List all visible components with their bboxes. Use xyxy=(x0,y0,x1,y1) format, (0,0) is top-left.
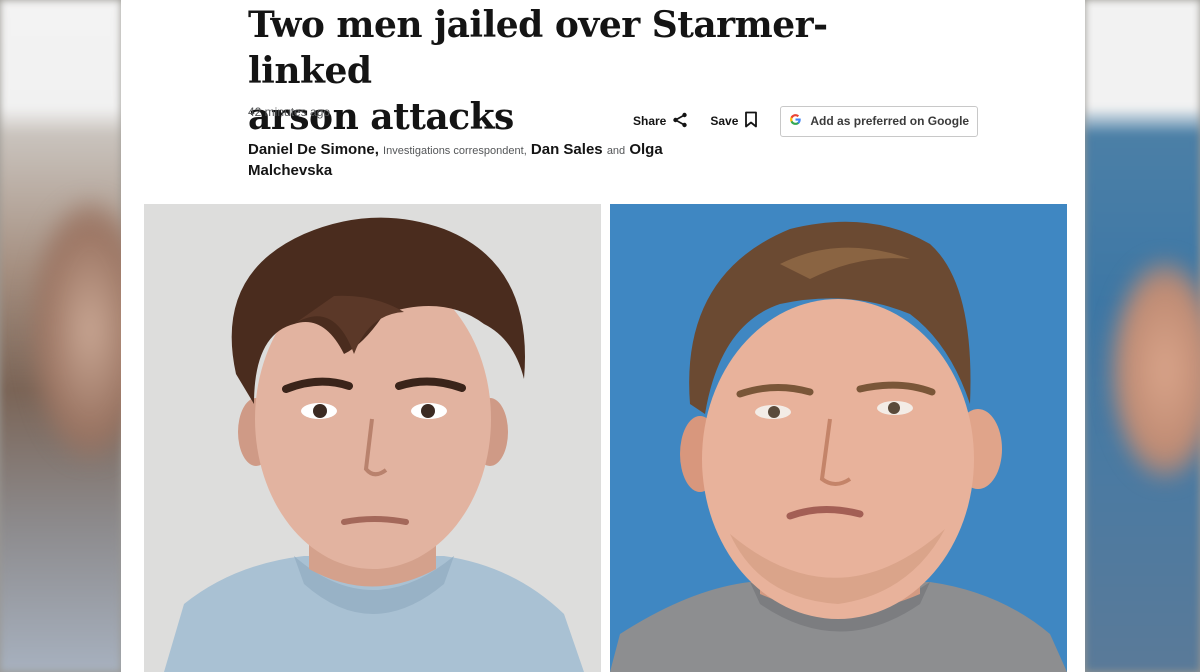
byline: Daniel De Simone, Investigations corresp… xyxy=(248,140,718,181)
google-g-icon xyxy=(789,113,802,129)
article-actions: Share Save Add as preferred on Google xyxy=(633,105,979,137)
article-card: Two men jailed over Starmer-linked arson… xyxy=(121,0,1085,672)
save-button[interactable]: Save xyxy=(710,111,758,131)
save-label: Save xyxy=(710,114,739,128)
bookmark-icon xyxy=(744,111,758,131)
author-link-3-part2[interactable]: Malchevska xyxy=(248,162,332,179)
share-icon xyxy=(672,112,688,131)
share-label: Share xyxy=(633,114,667,128)
author-link-1[interactable]: Daniel De Simone, xyxy=(248,141,379,158)
headline-line-1: Two men jailed over Starmer-linked xyxy=(248,4,828,92)
mugshot-photo-right xyxy=(610,204,1067,672)
author-link-2[interactable]: Dan Sales xyxy=(531,141,603,158)
timestamp: 42 minutes ago xyxy=(248,105,331,119)
mugshot-photo-left xyxy=(144,204,601,672)
author-role: Investigations correspondent, xyxy=(383,145,527,157)
google-label: Add as preferred on Google xyxy=(810,114,970,128)
add-preferred-google-button[interactable]: Add as preferred on Google xyxy=(780,105,979,137)
share-button[interactable]: Share xyxy=(633,112,688,131)
byline-and: and xyxy=(606,145,626,157)
author-link-3-part1[interactable]: Olga xyxy=(629,141,662,158)
